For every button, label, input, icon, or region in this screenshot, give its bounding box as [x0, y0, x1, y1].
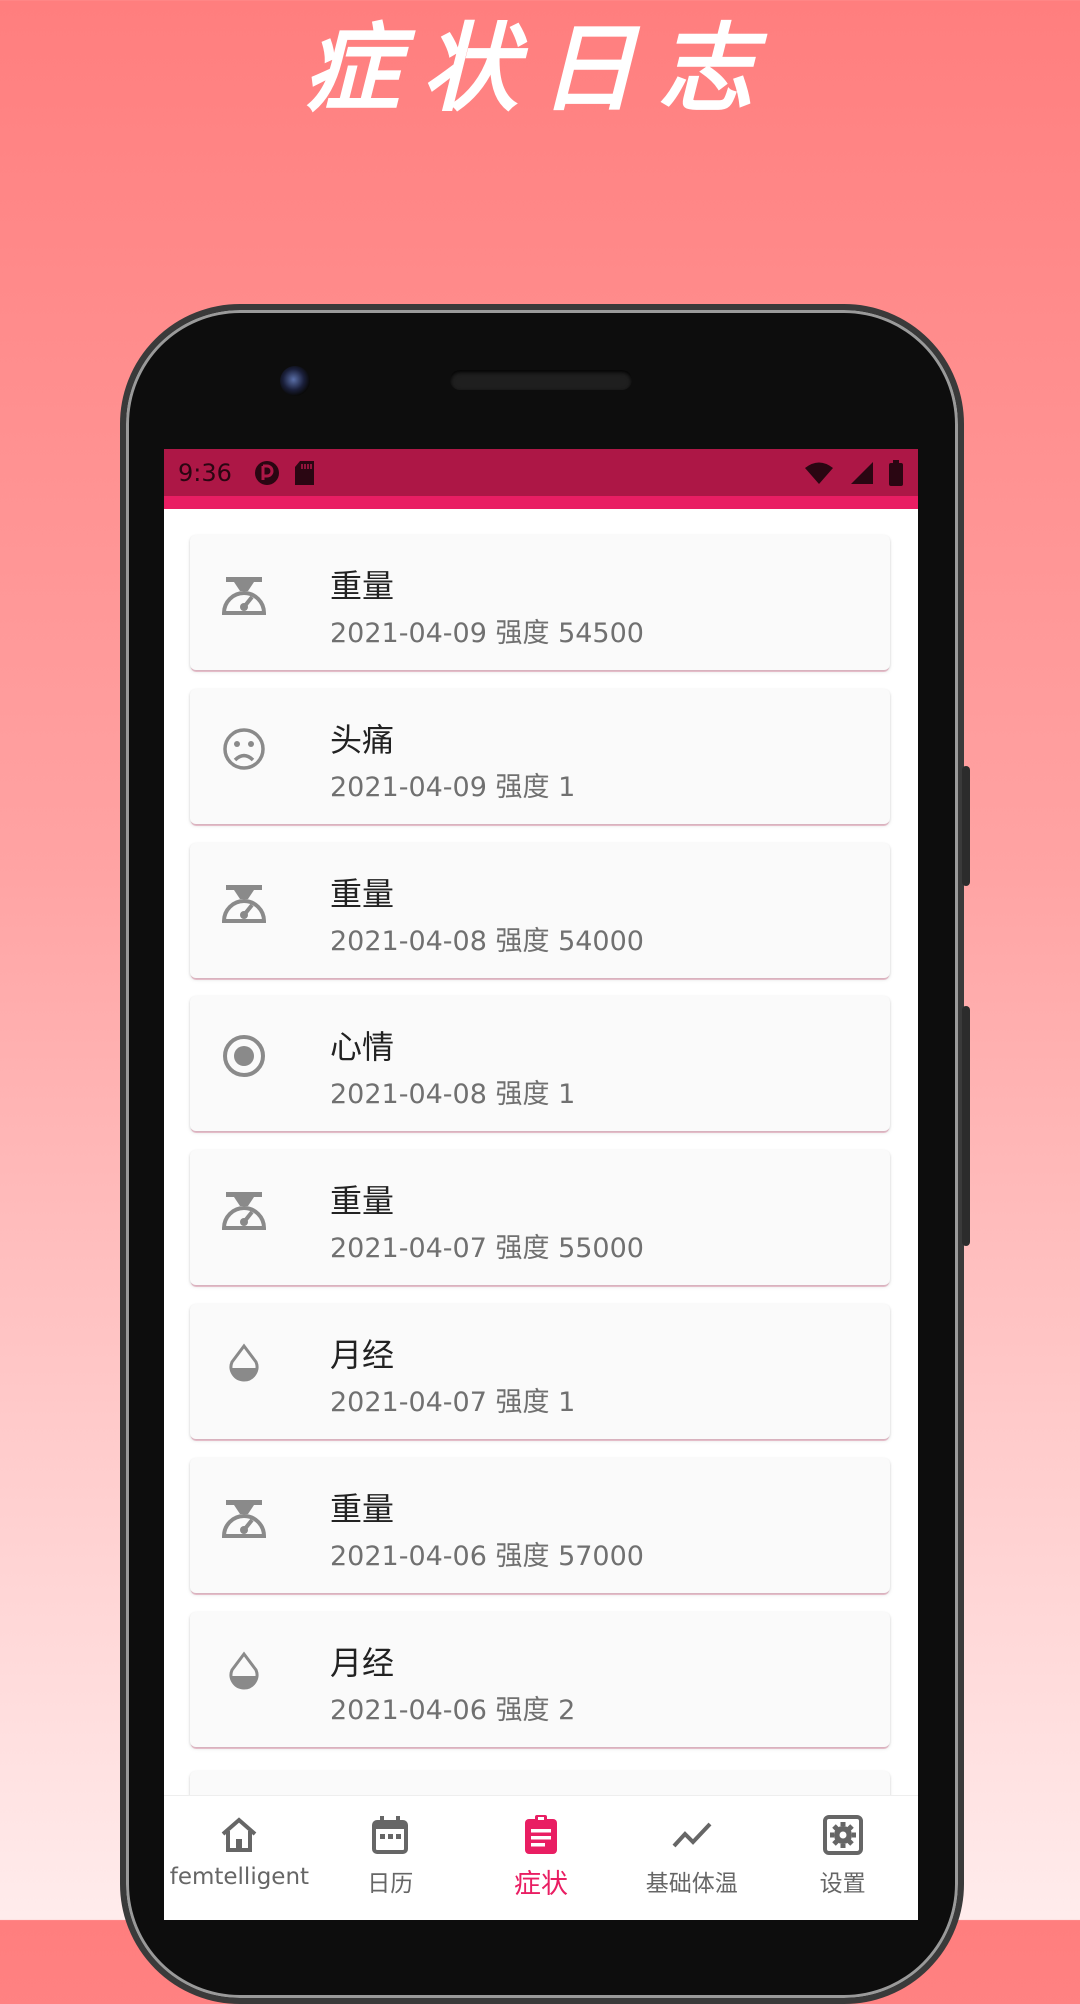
symptom-title: 重量: [330, 874, 395, 913]
symptom-date-intensity: 2021-04-09 强度 54500: [330, 618, 644, 649]
symptom-title: 月经: [330, 1643, 395, 1682]
nav-label: 设置: [819, 1871, 866, 1897]
signal-icon: [848, 461, 874, 485]
nav-item-trend-line[interactable]: 基础体温: [616, 1796, 767, 1920]
battery-icon: [888, 459, 904, 486]
phone-screen: 9:36 重量 2021-04-09 强度 54500 头痛 2021-04-09 强…: [164, 449, 918, 1920]
power-button: [962, 1006, 970, 1246]
symptom-date-intensity: 2021-04-08 强度 1: [330, 1079, 576, 1111]
sad-face-icon: [220, 725, 268, 773]
nav-label: 症状: [513, 1869, 568, 1900]
symptom-title: 重量: [330, 1489, 395, 1528]
clipboard-icon: [520, 1814, 562, 1856]
symptom-title: 头痛: [330, 720, 395, 759]
nav-item-settings[interactable]: 设置: [767, 1796, 918, 1920]
symptom-title: 月经: [330, 1336, 395, 1374]
symptom-card[interactable]: 头痛 2021-04-09 强度 1: [190, 688, 890, 824]
symptom-card[interactable]: 心情 2021-04-08 强度 1: [190, 996, 890, 1132]
bottom-navigation: femtelligent 日历 症状 基础体温 设置: [164, 1795, 918, 1920]
symptom-title: 心情: [330, 1028, 395, 1067]
app-notification-icon: [254, 460, 280, 486]
nav-label: femtelligent: [169, 1864, 310, 1890]
symptom-card[interactable]: 重量 2021-04-08 强度 54000: [190, 842, 890, 978]
front-camera: [280, 366, 310, 396]
symptom-card[interactable]: 重量 2021-04-07 强度 55000: [190, 1150, 890, 1286]
scale-icon: [220, 1186, 268, 1234]
symptom-title: 重量: [330, 567, 395, 605]
settings-icon: [822, 1814, 864, 1856]
wifi-icon: [804, 461, 834, 485]
nav-label: 基础体温: [645, 1871, 738, 1897]
scale-icon: [220, 1494, 268, 1542]
symptom-card[interactable]: 重量 2021-04-09 强度 54500: [190, 535, 890, 670]
symptom-date-intensity: 2021-04-07 强度 1: [330, 1387, 576, 1418]
promo-title: 症状日志: [304, 11, 776, 125]
symptom-card[interactable]: 重量 2021-04-06 强度 57000: [190, 1457, 890, 1593]
nav-item-home[interactable]: femtelligent: [164, 1796, 315, 1920]
symptom-card[interactable]: 月经 2021-04-06 强度 2: [190, 1611, 890, 1747]
nav-label: 日历: [367, 1871, 414, 1897]
nav-item-clipboard[interactable]: 症状: [466, 1796, 617, 1920]
status-time: 9:36: [178, 458, 232, 487]
symptom-card[interactable]: 月经 2021-04-07 强度 1: [190, 1304, 890, 1439]
calendar-icon: [369, 1814, 411, 1856]
app-bar: [164, 496, 918, 509]
drop-icon: [220, 1648, 268, 1696]
scale-icon: [220, 571, 268, 619]
scale-icon: [220, 879, 268, 927]
symptom-date-intensity: 2021-04-06 强度 57000: [330, 1540, 644, 1572]
radio-circle-icon: [220, 1032, 268, 1080]
trend-line-icon: [671, 1814, 713, 1856]
nav-item-calendar[interactable]: 日历: [315, 1796, 466, 1920]
symptom-date-intensity: 2021-04-09 强度 1: [330, 771, 576, 803]
symptom-title: 重量: [330, 1182, 395, 1221]
volume-button: [962, 766, 970, 886]
status-bar: 9:36: [164, 449, 918, 496]
home-icon: [218, 1814, 260, 1856]
drop-icon: [220, 1340, 268, 1388]
sd-card-icon: [294, 460, 316, 486]
symptom-date-intensity: 2021-04-08 强度 54000: [330, 925, 644, 957]
symptom-date-intensity: 2021-04-06 强度 2: [330, 1694, 576, 1726]
earpiece-speaker: [450, 370, 632, 390]
symptom-date-intensity: 2021-04-07 强度 55000: [330, 1233, 644, 1265]
